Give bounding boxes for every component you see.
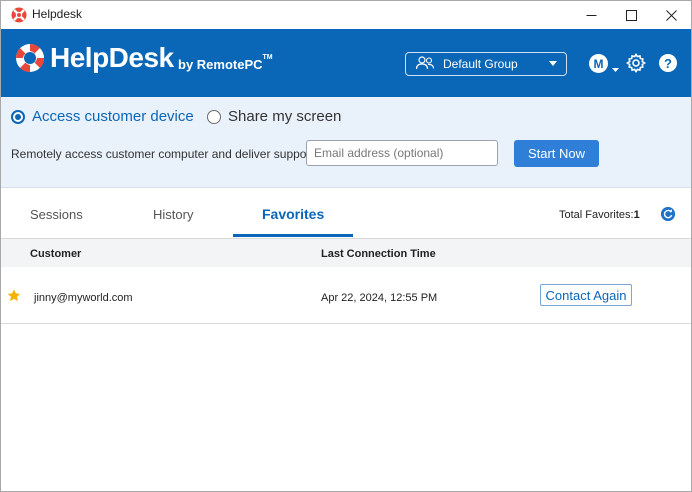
tab-bar: Sessions History Favorites Total Favorit… [1,188,691,239]
radio-share-my-screen[interactable]: Share my screen [207,108,341,125]
maximize-button[interactable] [611,1,651,29]
total-favorites-label: Total Favorites: [559,209,634,221]
tab-sessions[interactable]: Sessions [30,207,83,222]
column-header-customer: Customer [30,248,82,260]
last-connection-time: Apr 22, 2024, 12:55 PM [321,292,438,304]
lifebuoy-logo-icon [15,43,45,73]
title-bar: Helpdesk [1,1,691,29]
app-window: Helpdesk HelpDesk by RemotePCTM Default … [0,0,692,492]
radio-unselected-indicator [207,109,221,124]
access-description: Remotely access customer computer and de… [11,147,314,161]
access-panel: Access customer device Share my screen R… [1,97,691,188]
tab-favorites[interactable]: Favorites [262,206,324,222]
active-tab-indicator [233,234,353,237]
window-title: Helpdesk [32,7,83,21]
email-input[interactable] [306,140,498,166]
tab-history[interactable]: History [153,207,193,222]
close-icon [665,9,677,21]
favorite-star-icon[interactable] [7,289,21,302]
maximize-icon [625,9,637,21]
helpdesk-app-icon [11,7,27,23]
avatar-caret-down-icon[interactable] [612,68,619,72]
group-dropdown[interactable]: Default Group [405,52,567,76]
minimize-icon [586,14,596,16]
close-button[interactable] [651,1,691,29]
trademark-mark: TM [262,54,273,61]
gear-icon[interactable] [626,53,646,73]
radio-selected-indicator [11,109,25,124]
table-row: jinny@myworld.com Apr 22, 2024, 12:55 PM… [1,267,691,324]
group-dropdown-value: Default Group [443,57,518,71]
minimize-button[interactable] [571,1,611,29]
by-remotepc-text: by RemotePCTM [178,54,273,72]
app-header: HelpDesk by RemotePCTM Default Group M ? [1,29,691,97]
radio-access-label: Access customer device [32,108,194,125]
favorites-table-header: Customer Last Connection Time [1,239,691,267]
by-remotepc-label: by RemotePC [178,57,263,72]
caret-down-icon [549,61,557,66]
radio-access-customer-device[interactable]: Access customer device [11,108,194,125]
helpdesk-logo-text: HelpDesk [50,42,174,73]
contact-again-button[interactable]: Contact Again [540,284,632,306]
start-now-button[interactable]: Start Now [514,140,599,167]
radio-share-label: Share my screen [228,108,342,125]
customer-email: jinny@myworld.com [34,292,133,304]
user-avatar[interactable]: M [589,54,608,73]
users-group-icon [415,56,435,70]
help-icon[interactable]: ? [659,54,677,72]
total-favorites-count: 1 [633,209,640,221]
total-favorites: Total Favorites:1 [559,209,640,221]
column-header-last-connection: Last Connection Time [321,248,436,260]
refresh-icon[interactable] [661,207,675,221]
